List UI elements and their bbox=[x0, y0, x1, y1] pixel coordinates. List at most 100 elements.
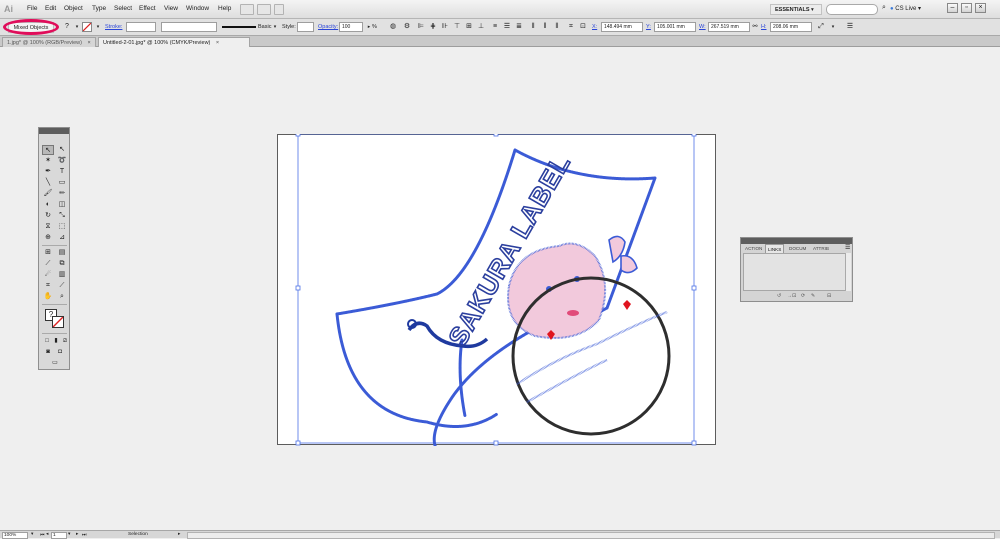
next-artboard-icon[interactable]: ▸ bbox=[76, 532, 78, 537]
artboard-tool-icon[interactable]: ⌗ bbox=[42, 281, 54, 291]
type-tool-icon[interactable]: T bbox=[56, 167, 68, 177]
eraser-tool-icon[interactable]: ◫ bbox=[56, 200, 68, 210]
chevron-down-icon[interactable]: ▾ bbox=[828, 22, 838, 32]
x-label[interactable]: X: bbox=[592, 24, 597, 30]
pencil-tool-icon[interactable]: ✏ bbox=[56, 189, 68, 199]
align-top-icon[interactable]: ⊤ bbox=[452, 22, 462, 32]
magic-wand-tool-icon[interactable]: ✶ bbox=[42, 156, 54, 166]
chevron-down-icon[interactable]: ▾ bbox=[31, 532, 33, 537]
selection-tool-icon[interactable]: ↖ bbox=[42, 145, 54, 155]
menu-object[interactable]: Object bbox=[64, 5, 83, 12]
menu-type[interactable]: Type bbox=[92, 5, 106, 12]
fill-unknown-icon[interactable]: ? bbox=[62, 22, 72, 32]
stroke-swatch[interactable] bbox=[52, 316, 64, 328]
menu-view[interactable]: View bbox=[164, 5, 178, 12]
workspace-switcher[interactable]: ESSENTIALS ▾ bbox=[770, 4, 822, 15]
previous-artboard-icon[interactable]: ◂ bbox=[46, 532, 48, 537]
symbol-sprayer-tool-icon[interactable]: ☄ bbox=[42, 270, 54, 280]
stroke-none-icon[interactable] bbox=[82, 22, 92, 32]
links-panel[interactable]: ACTION LINKS DOCUM ATTRIB ☰ ↺ →⊡ ⟳ ✎ ⊟ bbox=[740, 237, 853, 302]
tab-document-1[interactable]: 1.jpg* @ 100% (RGB/Preview) × bbox=[2, 37, 96, 47]
tab-actions[interactable]: ACTION bbox=[743, 244, 764, 253]
menu-help[interactable]: Help bbox=[218, 5, 231, 12]
menu-select[interactable]: Select bbox=[114, 5, 132, 12]
blend-tool-icon[interactable]: ⧉ bbox=[56, 259, 68, 269]
chevron-down-icon[interactable]: ▾ bbox=[270, 22, 280, 32]
help-search-field[interactable] bbox=[826, 4, 878, 15]
pen-tool-icon[interactable]: ✒ bbox=[42, 167, 54, 177]
cs-live-menu[interactable]: ● CS Live ▾ bbox=[890, 5, 921, 12]
align-left-icon[interactable]: ⊫ bbox=[416, 22, 426, 32]
first-artboard-icon[interactable]: ⏮ bbox=[40, 532, 44, 538]
pink-character[interactable] bbox=[507, 242, 607, 339]
line-tool-icon[interactable]: ╲ bbox=[42, 178, 54, 188]
opacity-label[interactable]: Opacity: bbox=[318, 24, 338, 30]
transform-icon[interactable]: ⌗ bbox=[566, 22, 576, 32]
variable-width-profile-field[interactable] bbox=[161, 22, 217, 32]
distribute-center-icon[interactable]: ☰ bbox=[502, 22, 512, 32]
close-window-button[interactable]: × bbox=[975, 3, 986, 13]
update-link-icon[interactable]: ⟳ bbox=[801, 293, 805, 299]
chevron-down-icon[interactable]: ▾ bbox=[68, 532, 70, 537]
stroke-label[interactable]: Stroke: bbox=[105, 24, 122, 30]
hand-tool-icon[interactable]: ✋ bbox=[42, 292, 54, 302]
width-tool-icon[interactable]: ⧖ bbox=[42, 222, 54, 232]
tab-document-2[interactable]: Untitled-2-01.jpg* @ 100% (CMYK/Preview)… bbox=[98, 37, 250, 47]
relink-icon[interactable]: ↺ bbox=[777, 293, 781, 299]
rotate-tool-icon[interactable]: ↻ bbox=[42, 211, 54, 221]
distribute-hcenter-icon[interactable]: ‖ bbox=[540, 22, 550, 32]
y-position-field[interactable]: 105.001 mm bbox=[654, 22, 696, 32]
edit-original-icon[interactable]: ✎ bbox=[811, 293, 815, 299]
align-bottom-icon[interactable]: ⊥ bbox=[476, 22, 486, 32]
distribute-right-icon[interactable]: ⫴ bbox=[552, 22, 562, 32]
constrain-proportions-icon[interactable]: ⚯ bbox=[750, 22, 760, 32]
align-to-icon[interactable]: ⊡ bbox=[578, 22, 588, 32]
paintbrush-tool-icon[interactable]: 🖌 bbox=[42, 189, 54, 199]
screen-mode-icon[interactable]: ▭ bbox=[49, 358, 61, 368]
transform-again-icon[interactable]: ⤢ bbox=[816, 22, 826, 32]
links-scrollbar[interactable] bbox=[845, 253, 851, 291]
x-position-field[interactable]: 148.494 mm bbox=[601, 22, 643, 32]
draw-normal-icon[interactable]: ◙ bbox=[42, 347, 54, 357]
opacity-field[interactable]: 100 bbox=[339, 22, 363, 32]
menu-file[interactable]: File bbox=[27, 5, 37, 12]
document-setup-icon[interactable]: ⚙ bbox=[402, 22, 412, 32]
align-middle-icon[interactable]: ⊞ bbox=[464, 22, 474, 32]
graphic-style-field[interactable] bbox=[297, 22, 314, 32]
lasso-tool-icon[interactable]: ➰ bbox=[56, 156, 68, 166]
distribute-bottom-icon[interactable]: ≣ bbox=[514, 22, 524, 32]
height-field[interactable]: 208.06 mm bbox=[770, 22, 812, 32]
close-icon[interactable]: × bbox=[216, 40, 219, 46]
chevron-down-icon[interactable]: ▾ bbox=[93, 22, 103, 32]
restore-button[interactable]: ▫ bbox=[961, 3, 972, 13]
width-field[interactable]: 267.519 mm bbox=[708, 22, 750, 32]
column-graph-tool-icon[interactable]: ▥ bbox=[56, 270, 68, 280]
tools-panel[interactable]: ↖ ↖ ✶ ➰ ✒ T ╲ ▭ 🖌 ✏ ◐ ◫ ↻ ⤡ ⧖ ⬚ ⊕ ⊿ ⊞ ▤ … bbox=[38, 127, 70, 370]
tab-attributes[interactable]: ATTRIB bbox=[811, 244, 831, 253]
distribute-left-icon[interactable]: ⦀ bbox=[528, 22, 538, 32]
align-center-icon[interactable]: ⋕ bbox=[428, 22, 438, 32]
perspective-grid-tool-icon[interactable]: ⊿ bbox=[56, 233, 68, 243]
tab-links[interactable]: LINKS bbox=[765, 244, 785, 253]
screen-mode-button[interactable] bbox=[274, 4, 284, 15]
shape-builder-tool-icon[interactable]: ⊕ bbox=[42, 233, 54, 243]
draw-behind-icon[interactable]: ◘ bbox=[54, 347, 66, 357]
embed-icon[interactable]: ⊟ bbox=[827, 293, 831, 299]
gradient-tool-icon[interactable]: ▤ bbox=[56, 248, 68, 258]
minimize-button[interactable]: – bbox=[947, 3, 958, 13]
free-transform-tool-icon[interactable]: ⬚ bbox=[56, 222, 68, 232]
links-list[interactable] bbox=[743, 253, 850, 291]
distribute-top-icon[interactable]: ≡ bbox=[490, 22, 500, 32]
artwork-canvas[interactable]: SAKURA LABEL bbox=[277, 134, 717, 446]
zoom-tool-icon[interactable]: ⌕ bbox=[56, 292, 68, 302]
scale-tool-icon[interactable]: ⤡ bbox=[56, 211, 68, 221]
direct-selection-tool-icon[interactable]: ↖ bbox=[56, 145, 68, 155]
eyedropper-tool-icon[interactable]: ⟋ bbox=[42, 259, 54, 269]
arrange-documents-button[interactable] bbox=[257, 4, 271, 15]
menu-window[interactable]: Window bbox=[186, 5, 209, 12]
bridge-button[interactable] bbox=[240, 4, 254, 15]
last-artboard-icon[interactable]: ⏭ bbox=[82, 532, 86, 538]
menu-effect[interactable]: Effect bbox=[139, 5, 156, 12]
none-mode-icon[interactable]: ⧄ bbox=[59, 336, 71, 346]
menu-edit[interactable]: Edit bbox=[45, 5, 56, 12]
